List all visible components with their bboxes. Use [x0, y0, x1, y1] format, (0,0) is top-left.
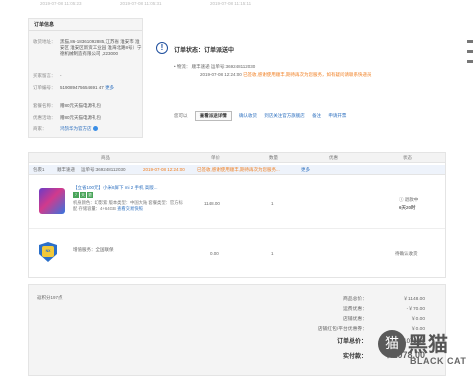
alert-icon: ! — [156, 42, 168, 54]
carrier: 顺丰速递 — [191, 64, 210, 69]
tracking-number: 运单号:369248112030 — [210, 64, 256, 69]
goods-total-label: 商品总价： — [343, 297, 367, 302]
col-status: 状态 — [403, 155, 412, 160]
package-name-label: 套餐名称： — [33, 103, 56, 108]
logistics-detail: 2019-07-08 12:24:00 已签收,感谢使用顺丰,期待再次为您服务，… — [200, 72, 372, 78]
status-actions: 您可以 查看派送详情 确认收货 到店关注官方旗舰店 备注 申请开票 — [174, 111, 352, 121]
order-number-row: 订单编号： 519089475654691 47 更多 — [33, 85, 142, 91]
shipping-discount-label: 运费优惠： — [343, 307, 367, 312]
coupon-label[interactable]: 店铺红包/平台优惠券： — [318, 325, 367, 332]
logistics-time: 2019-07-08 12:24:00 — [200, 72, 242, 77]
refund-countdown: 6天20时 — [399, 205, 416, 210]
service-badges: 7天退 — [73, 192, 94, 198]
points-note: 返积分197点 — [37, 295, 63, 300]
package-name-row: 套餐名称： 赠80元天猫电源礼包 — [33, 103, 142, 109]
order-info-title: 订单信息 — [29, 19, 142, 31]
col-qty: 数量 — [269, 155, 278, 160]
address-value: 黑猫,86-18361092885,江苏省 淮安市 淮安区 淮安区新资工业园 淮… — [60, 39, 142, 56]
service-row: NX 增值服务：全国联保 0.00 1 待确认收货 — [29, 233, 445, 273]
logistics-message: 已签收,感谢使用顺丰,期待再次为您服务，如有疑问请联系快递员 — [243, 72, 372, 77]
package-row: 包裹1 顺丰速递 运单号:369248112030 2019-07-08 12:… — [29, 165, 445, 175]
order-items-table: 商品 单价 数量 优惠 状态 包裹1 顺丰速递 运单号:369248112030… — [28, 152, 446, 278]
service-price: 0.00 — [210, 251, 219, 256]
promotion-value: 赠80元天猫电源礼包 — [60, 115, 102, 120]
product-price: 1148.00 — [204, 201, 220, 206]
col-price: 单价 — [211, 155, 220, 160]
timestamp: 2019-07-08 11:05:31 — [120, 1, 162, 6]
invoice-link[interactable]: 申请开票 — [328, 113, 346, 118]
order-status-panel: ! 订单状态：订单派送中 • 物流： 顺丰速递 运单号:369248112030… — [150, 18, 440, 138]
refund-status-link[interactable]: ⓘ 退款中 — [399, 197, 418, 203]
actions-prefix: 您可以 — [174, 113, 188, 118]
snapshot-link[interactable]: 查看交易快照 — [117, 206, 143, 211]
watermark-cn: 黑猫 — [408, 332, 448, 356]
shipping-discount-value: -￥70.00 — [406, 307, 425, 312]
buyer-message-label: 买家留言： — [33, 73, 56, 78]
product-row: 【立省100元】小米8屏下 mi 2 手机 高版... 7天退 机身颜色：幻影紫… — [29, 179, 445, 229]
seller-row: 商家： 鸿鹄华为官方店 — [33, 126, 142, 132]
note-link[interactable]: 备注 — [312, 113, 321, 118]
timestamp: 2019-07-08 11:05:23 — [40, 1, 82, 6]
buyer-message-row: 买家留言： - — [33, 73, 142, 79]
goods-total-value: ￥1148.00 — [403, 297, 425, 302]
package-name-value: 赠80元天猫电源礼包 — [60, 103, 102, 108]
logistics-line: • 物流： 顺丰速递 运单号:369248112030 — [174, 64, 255, 70]
package-carrier: 顺丰速递 — [57, 167, 75, 172]
seller-link[interactable]: 鸿鹄华为官方店 — [60, 126, 92, 131]
confirm-receipt-link[interactable]: 确认收货 — [239, 113, 257, 118]
order-number-value: 519089475654691 47 — [60, 85, 104, 90]
watermark: 猫 黑猫 BLACK CAT — [378, 320, 475, 380]
package-tracking: 运单号:369248112030 — [81, 167, 126, 172]
follow-store-link[interactable]: 到店关注官方旗舰店 — [264, 113, 305, 118]
timestamp: 2019-07-08 11:15:11 — [210, 1, 252, 6]
watermark-en: BLACK CAT — [410, 356, 467, 366]
col-product: 商品 — [101, 155, 110, 160]
order-info-panel: 订单信息 收货地址： 黑猫,86-18361092885,江苏省 淮安市 淮安区 … — [28, 18, 143, 138]
view-delivery-log-button[interactable]: 查看派送详情 — [194, 111, 232, 121]
package-time: 2019-07-08 12:24:00 — [143, 167, 185, 172]
table-header: 商品 单价 数量 优惠 状态 — [29, 153, 445, 163]
order-number-label: 订单编号： — [33, 85, 56, 90]
badge-icon: 天 — [80, 192, 86, 198]
product-image[interactable] — [39, 188, 65, 214]
service-status: 待确认收货 — [395, 251, 418, 256]
service-title: 增值服务：全国联保 — [73, 247, 114, 252]
package-more-link[interactable]: 更多 — [301, 167, 310, 173]
chat-icon[interactable] — [92, 126, 98, 132]
promotion-row: 优惠活动： 赠80元天猫电源礼包 — [33, 115, 142, 121]
seller-label: 商家： — [33, 126, 47, 131]
address-label: 收货地址： — [33, 39, 56, 44]
logistics-label: • 物流： — [174, 64, 191, 69]
store-discount-label: 店铺优惠： — [343, 317, 367, 322]
promotion-label: 优惠活动： — [33, 115, 56, 120]
service-qty: 1 — [271, 251, 274, 256]
product-title-link[interactable]: 【立省100元】小米8屏下 mi 2 手机 高版... — [73, 185, 213, 191]
buyer-message-value: - — [60, 73, 62, 78]
product-qty: 1 — [271, 201, 274, 206]
badge-icon: 退 — [87, 192, 93, 198]
cat-logo-icon: 猫 — [378, 330, 406, 358]
order-status-title: 订单状态：订单派送中 — [174, 48, 235, 54]
package-message: 已签收,感谢使用顺丰,期待再次为您服务... — [197, 167, 280, 172]
timestamp-bar: 2019-07-08 11:05:23 2019-07-08 11:05:31 … — [40, 0, 440, 8]
order-total-label: 订单总价： — [336, 339, 367, 345]
col-discount: 优惠 — [329, 155, 338, 160]
product-attributes: 机身颜色：幻影紫 版本类型：中国大陆 套餐类型：官方标配 存储容量：4+64GB… — [73, 200, 183, 212]
more-link[interactable]: 更多 — [105, 85, 114, 90]
badge-icon: 7 — [73, 192, 79, 198]
address-row: 收货地址： 黑猫,86-18361092885,江苏省 淮安市 淮安区 淮安区新资… — [33, 39, 142, 57]
paid-label: 实付款： — [342, 354, 367, 360]
package-label: 包裹1 — [33, 167, 45, 172]
warranty-badge-icon: NX — [42, 246, 54, 257]
